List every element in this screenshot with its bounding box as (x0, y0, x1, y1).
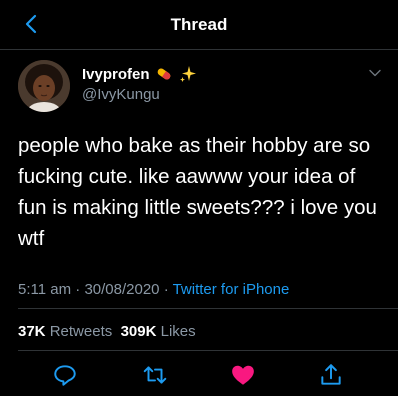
thread-header: Thread (0, 0, 398, 50)
reply-icon[interactable] (52, 362, 78, 388)
meta-separator: · (75, 281, 81, 298)
divider (18, 350, 398, 351)
author-name[interactable]: Ivyprofen (82, 66, 150, 83)
likes-label: Likes (160, 323, 196, 340)
tweet-time: 5:11 am (18, 281, 72, 298)
tweet-meta: 5:11 am · 30/08/2020 · Twitter for iPhon… (18, 281, 289, 298)
sparkles-emoji-icon (179, 66, 196, 82)
page-title: Thread (170, 15, 228, 34)
tweet-actions (0, 360, 398, 390)
avatar[interactable] (18, 60, 70, 112)
chevron-down-icon[interactable] (368, 66, 382, 80)
retweets-count: 37K (18, 323, 46, 340)
likes-count: 309K (120, 323, 157, 340)
retweet-icon[interactable] (142, 362, 168, 388)
tweet-text: people who bake as their hobby are so fu… (18, 134, 377, 250)
likes-stat[interactable]: 309K Likes (121, 323, 196, 340)
tweet-source[interactable]: Twitter for iPhone (173, 281, 290, 298)
pill-emoji-icon (157, 68, 170, 80)
like-icon[interactable] (230, 362, 256, 388)
retweets-stat[interactable]: 37K Retweets (18, 323, 112, 340)
divider (18, 308, 398, 309)
retweets-label: Retweets (49, 323, 113, 340)
share-icon[interactable] (318, 362, 344, 388)
tweet-stats: 37K Retweets 309K Likes (18, 323, 196, 340)
author-name-row: Ivyprofen (82, 64, 198, 84)
author-handle[interactable]: @IvyKungu (82, 86, 160, 103)
meta-separator: · (163, 281, 169, 298)
tweet-date: 30/08/2020 (84, 281, 160, 298)
